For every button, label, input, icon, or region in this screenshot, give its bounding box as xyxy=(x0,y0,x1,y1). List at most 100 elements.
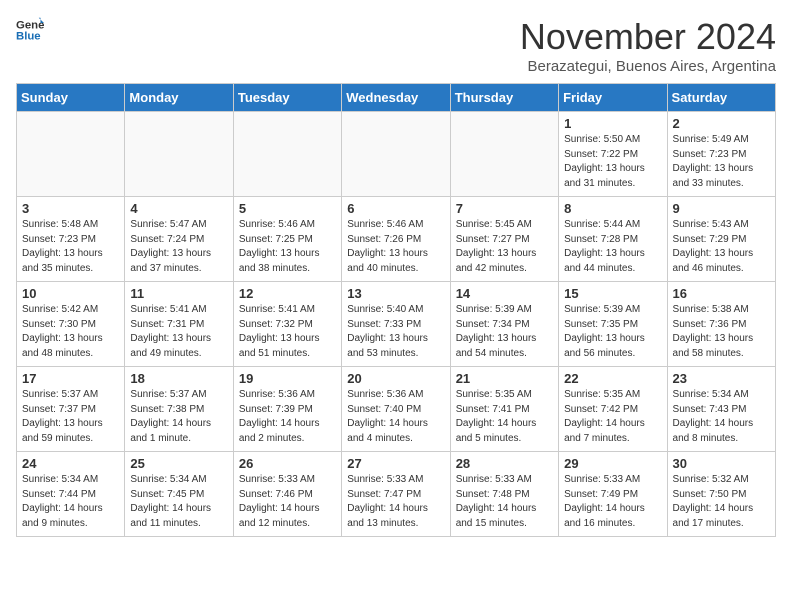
calendar-cell: 18 Sunrise: 5:37 AM Sunset: 7:38 PM Dayli… xyxy=(125,367,233,452)
day-number: 25 xyxy=(130,456,227,471)
calendar-cell: 24Sunrise: 5:34 AM Sunset: 7:44 PM Dayli… xyxy=(17,452,125,537)
day-info: Sunrise: 5:42 AM Sunset: 7:30 PM Dayligh… xyxy=(22,303,119,361)
calendar-cell xyxy=(233,112,341,197)
calendar-cell: 9Sunrise: 5:43 AM Sunset: 7:29 PM Daylig… xyxy=(667,197,775,282)
calendar-cell: 16Sunrise: 5:38 AM Sunset: 7:36 PM Dayli… xyxy=(667,282,775,367)
day-info: Sunrise: 5:37 AM Sunset: 7:38 PM Dayligh… xyxy=(130,388,227,446)
svg-text:General: General xyxy=(16,19,44,31)
day-number: 12 xyxy=(239,286,336,301)
day-number: 19 xyxy=(239,371,336,386)
day-number: 9 xyxy=(673,201,770,216)
calendar-cell: 3 Sunrise: 5:48 AM Sunset: 7:23 PM Daylig… xyxy=(17,197,125,282)
calendar-cell: 13Sunrise: 5:40 AM Sunset: 7:33 PM Dayli… xyxy=(342,282,450,367)
day-number: 1 xyxy=(564,116,661,131)
month-title: November 2024 xyxy=(520,16,776,58)
day-info: Sunrise: 5:39 AM Sunset: 7:34 PM Dayligh… xyxy=(456,303,553,361)
day-number: 3 xyxy=(22,201,119,216)
day-info: Sunrise: 5:39 AM Sunset: 7:35 PM Dayligh… xyxy=(564,303,661,361)
day-info: Sunrise: 5:35 AM Sunset: 7:41 PM Dayligh… xyxy=(456,388,553,446)
weekday-header-tuesday: Tuesday xyxy=(233,84,341,112)
header: General Blue November 2024 Berazategui, … xyxy=(16,16,776,75)
day-number: 15 xyxy=(564,286,661,301)
day-info: Sunrise: 5:44 AM Sunset: 7:28 PM Dayligh… xyxy=(564,218,661,276)
calendar-cell: 4Sunrise: 5:47 AM Sunset: 7:24 PM Daylig… xyxy=(125,197,233,282)
day-info: Sunrise: 5:34 AM Sunset: 7:43 PM Dayligh… xyxy=(673,388,770,446)
calendar-cell: 6 Sunrise: 5:46 AM Sunset: 7:26 PM Daylig… xyxy=(342,197,450,282)
day-info: Sunrise: 5:46 AM Sunset: 7:25 PM Dayligh… xyxy=(239,218,336,276)
day-info: Sunrise: 5:46 AM Sunset: 7:26 PM Dayligh… xyxy=(347,218,444,276)
day-info: Sunrise: 5:41 AM Sunset: 7:31 PM Dayligh… xyxy=(130,303,227,361)
calendar-cell: 26 Sunrise: 5:33 AM Sunset: 7:46 PM Dayli… xyxy=(233,452,341,537)
calendar-cell: 21 Sunrise: 5:35 AM Sunset: 7:41 PM Dayli… xyxy=(450,367,558,452)
day-number: 6 xyxy=(347,201,444,216)
day-number: 23 xyxy=(673,371,770,386)
calendar-cell xyxy=(125,112,233,197)
day-number: 2 xyxy=(673,116,770,131)
calendar-cell xyxy=(342,112,450,197)
weekday-header-thursday: Thursday xyxy=(450,84,558,112)
calendar-cell: 5Sunrise: 5:46 AM Sunset: 7:25 PM Daylig… xyxy=(233,197,341,282)
calendar-cell: 10 Sunrise: 5:42 AM Sunset: 7:30 PM Dayli… xyxy=(17,282,125,367)
day-number: 26 xyxy=(239,456,336,471)
calendar-cell: 14 Sunrise: 5:39 AM Sunset: 7:34 PM Dayli… xyxy=(450,282,558,367)
day-info: Sunrise: 5:33 AM Sunset: 7:48 PM Dayligh… xyxy=(456,473,553,531)
day-number: 11 xyxy=(130,286,227,301)
day-number: 14 xyxy=(456,286,553,301)
day-info: Sunrise: 5:33 AM Sunset: 7:46 PM Dayligh… xyxy=(239,473,336,531)
weekday-header-wednesday: Wednesday xyxy=(342,84,450,112)
weekday-header-sunday: Sunday xyxy=(17,84,125,112)
day-number: 22 xyxy=(564,371,661,386)
day-info: Sunrise: 5:33 AM Sunset: 7:49 PM Dayligh… xyxy=(564,473,661,531)
day-info: Sunrise: 5:33 AM Sunset: 7:47 PM Dayligh… xyxy=(347,473,444,531)
calendar-cell: 27Sunrise: 5:33 AM Sunset: 7:47 PM Dayli… xyxy=(342,452,450,537)
week-row-4: 17Sunrise: 5:37 AM Sunset: 7:37 PM Dayli… xyxy=(17,367,776,452)
day-info: Sunrise: 5:35 AM Sunset: 7:42 PM Dayligh… xyxy=(564,388,661,446)
calendar-cell xyxy=(17,112,125,197)
calendar-cell: 29 Sunrise: 5:33 AM Sunset: 7:49 PM Dayli… xyxy=(559,452,667,537)
day-number: 8 xyxy=(564,201,661,216)
day-info: Sunrise: 5:36 AM Sunset: 7:40 PM Dayligh… xyxy=(347,388,444,446)
day-info: Sunrise: 5:48 AM Sunset: 7:23 PM Dayligh… xyxy=(22,218,119,276)
day-info: Sunrise: 5:38 AM Sunset: 7:36 PM Dayligh… xyxy=(673,303,770,361)
day-number: 28 xyxy=(456,456,553,471)
calendar-cell: 2Sunrise: 5:49 AM Sunset: 7:23 PM Daylig… xyxy=(667,112,775,197)
logo: General Blue xyxy=(16,16,44,44)
day-info: Sunrise: 5:36 AM Sunset: 7:39 PM Dayligh… xyxy=(239,388,336,446)
calendar-cell: 25 Sunrise: 5:34 AM Sunset: 7:45 PM Dayli… xyxy=(125,452,233,537)
week-row-3: 10 Sunrise: 5:42 AM Sunset: 7:30 PM Dayli… xyxy=(17,282,776,367)
calendar-cell: 23 Sunrise: 5:34 AM Sunset: 7:43 PM Dayli… xyxy=(667,367,775,452)
calendar-cell xyxy=(450,112,558,197)
calendar-cell: 8 Sunrise: 5:44 AM Sunset: 7:28 PM Daylig… xyxy=(559,197,667,282)
day-number: 21 xyxy=(456,371,553,386)
weekday-header-row: SundayMondayTuesdayWednesdayThursdayFrid… xyxy=(17,84,776,112)
day-number: 7 xyxy=(456,201,553,216)
day-info: Sunrise: 5:41 AM Sunset: 7:32 PM Dayligh… xyxy=(239,303,336,361)
day-info: Sunrise: 5:50 AM Sunset: 7:22 PM Dayligh… xyxy=(564,133,661,191)
day-number: 4 xyxy=(130,201,227,216)
day-number: 18 xyxy=(130,371,227,386)
calendar-cell: 28 Sunrise: 5:33 AM Sunset: 7:48 PM Dayli… xyxy=(450,452,558,537)
calendar-cell: 7Sunrise: 5:45 AM Sunset: 7:27 PM Daylig… xyxy=(450,197,558,282)
calendar-cell: 11 Sunrise: 5:41 AM Sunset: 7:31 PM Dayli… xyxy=(125,282,233,367)
day-number: 30 xyxy=(673,456,770,471)
logo-icon: General Blue xyxy=(16,16,44,44)
day-info: Sunrise: 5:37 AM Sunset: 7:37 PM Dayligh… xyxy=(22,388,119,446)
calendar-cell: 12 Sunrise: 5:41 AM Sunset: 7:32 PM Dayli… xyxy=(233,282,341,367)
weekday-header-saturday: Saturday xyxy=(667,84,775,112)
calendar-cell: 19 Sunrise: 5:36 AM Sunset: 7:39 PM Dayli… xyxy=(233,367,341,452)
location-title: Berazategui, Buenos Aires, Argentina xyxy=(520,58,776,75)
day-info: Sunrise: 5:32 AM Sunset: 7:50 PM Dayligh… xyxy=(673,473,770,531)
calendar-cell: 22 Sunrise: 5:35 AM Sunset: 7:42 PM Dayli… xyxy=(559,367,667,452)
week-row-1: 1 Sunrise: 5:50 AM Sunset: 7:22 PM Daylig… xyxy=(17,112,776,197)
day-number: 13 xyxy=(347,286,444,301)
svg-text:Blue: Blue xyxy=(16,31,41,43)
title-area: November 2024 Berazategui, Buenos Aires,… xyxy=(520,16,776,75)
calendar-table: SundayMondayTuesdayWednesdayThursdayFrid… xyxy=(16,83,776,537)
calendar-cell: 15 Sunrise: 5:39 AM Sunset: 7:35 PM Dayli… xyxy=(559,282,667,367)
day-info: Sunrise: 5:34 AM Sunset: 7:45 PM Dayligh… xyxy=(130,473,227,531)
day-number: 10 xyxy=(22,286,119,301)
day-number: 29 xyxy=(564,456,661,471)
calendar-cell: 17Sunrise: 5:37 AM Sunset: 7:37 PM Dayli… xyxy=(17,367,125,452)
day-number: 24 xyxy=(22,456,119,471)
weekday-header-friday: Friday xyxy=(559,84,667,112)
